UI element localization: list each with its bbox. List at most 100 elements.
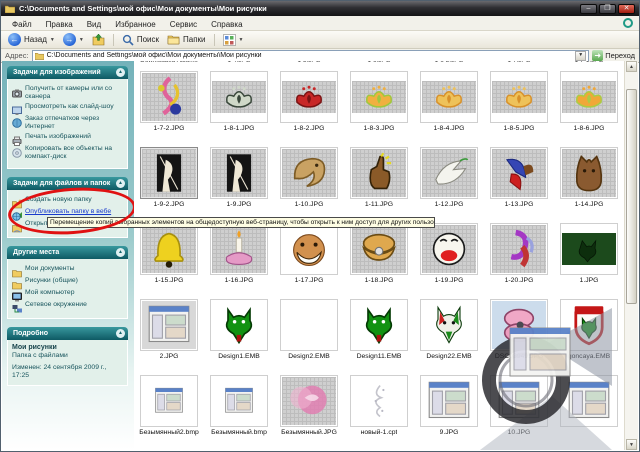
task-item-label[interactable]: Рисунки (общие) — [25, 277, 78, 285]
file-item[interactable]: Безымянный.JPG — [274, 373, 344, 449]
file-thumbnail[interactable] — [560, 299, 618, 351]
file-name-label[interactable]: 1-7-2.JPG — [154, 125, 185, 132]
file-name-label[interactable]: новый-1.cpt — [361, 429, 398, 436]
file-item[interactable]: 1-8-1.JPG — [204, 69, 274, 145]
file-name-label[interactable]: 1-19.JPG — [435, 277, 464, 284]
file-name-label[interactable]: 1-8-3.JPG — [364, 125, 395, 132]
file-item[interactable]: 1-17.JPG — [274, 221, 344, 297]
file-thumbnail[interactable] — [280, 299, 338, 351]
file-item[interactable]: 1-9-2.JPG — [134, 145, 204, 221]
file-name-label[interactable]: 1.JPG — [580, 277, 599, 284]
file-thumbnail[interactable] — [560, 71, 618, 123]
file-item[interactable]: 1-18.JPG — [344, 221, 414, 297]
file-name-label[interactable]: 1-12.JPG — [435, 201, 464, 208]
vertical-scrollbar[interactable]: ▲ ▼ — [624, 61, 638, 450]
file-thumbnail[interactable] — [280, 223, 338, 275]
task-item-label[interactable]: Сетевое окружение — [25, 301, 87, 309]
go-button[interactable]: ➜ Переход — [592, 50, 635, 61]
file-item[interactable]: Design11.EMB — [344, 297, 414, 373]
file-name-label[interactable]: 1-8-1.JPG — [224, 125, 255, 132]
scrollbar-thumb[interactable] — [626, 89, 637, 304]
file-thumbnail[interactable] — [210, 223, 268, 275]
file-name-label[interactable]: Design22.EMB — [426, 353, 471, 360]
views-button[interactable]: ▼ — [221, 33, 246, 46]
file-thumbnail[interactable] — [350, 223, 408, 275]
up-button[interactable] — [90, 33, 107, 46]
task-item-label[interactable]: Заказ отпечатков через Интернет — [25, 115, 125, 131]
file-thumbnail[interactable] — [560, 147, 618, 199]
task-item-label[interactable]: Получить от камеры или со сканера — [25, 85, 125, 101]
task-item[interactable]: Мои документы — [12, 265, 125, 278]
file-thumbnail[interactable] — [140, 223, 198, 275]
file-item[interactable]: 1-7-2.JPG — [134, 69, 204, 145]
back-dropdown-icon[interactable]: ▼ — [50, 37, 55, 43]
file-name-label[interactable]: 1-14.JPG — [575, 201, 604, 208]
file-name-label[interactable]: 1-16.JPG — [225, 277, 254, 284]
file-item[interactable]: 1-11.JPG — [344, 145, 414, 221]
file-item[interactable]: Design22.EMB — [414, 297, 484, 373]
maximize-button[interactable]: ❐ — [599, 3, 616, 14]
file-thumbnail[interactable] — [350, 71, 408, 123]
file-item[interactable]: 2.JPG — [134, 297, 204, 373]
folders-button[interactable]: Папки — [165, 34, 208, 45]
file-name-label[interactable]: 1-18.JPG — [365, 277, 394, 284]
task-item-label[interactable]: Мои документы — [25, 265, 75, 273]
file-thumbnail[interactable] — [420, 375, 478, 427]
file-name-label[interactable]: 1-13.JPG — [505, 201, 534, 208]
menu-item[interactable]: Сервис — [163, 20, 204, 29]
file-item[interactable]: 1-9.JPG — [204, 145, 274, 221]
file-thumbnail[interactable] — [210, 71, 268, 123]
file-thumbnail[interactable] — [490, 375, 548, 427]
panel-header[interactable]: Задачи для файлов и папок ▲ — [7, 177, 128, 191]
file-name-label[interactable]: 1-20.JPG — [505, 277, 534, 284]
panel-header[interactable]: Подробно ▲ — [7, 327, 128, 341]
task-item-label[interactable]: Создать новую папку — [25, 196, 92, 204]
file-thumbnail[interactable] — [280, 147, 338, 199]
file-item[interactable]: 1-15.JPG — [134, 221, 204, 297]
file-item[interactable]: goncaya.EMB — [554, 297, 624, 373]
task-item-label[interactable]: Опубликовать папку в вебе — [25, 208, 111, 216]
task-item[interactable]: Создать новую папку — [12, 196, 125, 209]
file-name-label[interactable]: 2.JPG — [160, 353, 179, 360]
file-thumbnail[interactable] — [350, 375, 408, 427]
file-item[interactable]: 1-13.JPG — [484, 145, 554, 221]
task-item[interactable]: Просмотреть как слайд-шоу — [12, 103, 125, 116]
file-item[interactable]: 1.JPG — [554, 221, 624, 297]
file-thumbnail[interactable] — [490, 223, 548, 275]
file-item[interactable]: 1-14.JPG — [554, 145, 624, 221]
file-item[interactable]: DSC03949.JPG — [484, 297, 554, 373]
close-button[interactable]: ✕ — [618, 3, 635, 14]
task-item-label[interactable]: Печать изображений — [25, 133, 91, 141]
file-thumbnail[interactable] — [210, 147, 268, 199]
task-item[interactable]: Рисунки (общие) — [12, 277, 125, 290]
file-thumbnail[interactable] — [280, 375, 338, 427]
file-name-label[interactable]: 1-15.JPG — [155, 277, 184, 284]
file-name-label[interactable]: 1-9.JPG — [227, 201, 252, 208]
file-item[interactable]: Design1.EMB — [204, 297, 274, 373]
task-item[interactable]: Заказ отпечатков через Интернет — [12, 115, 125, 131]
file-thumbnail[interactable] — [140, 299, 198, 351]
file-name-label[interactable]: 1-8-4.JPG — [434, 125, 465, 132]
address-dropdown-button[interactable]: ▼ — [575, 50, 587, 61]
file-name-label[interactable]: Design2.EMB — [288, 353, 330, 360]
file-thumbnail[interactable] — [420, 147, 478, 199]
file-item[interactable]: 1-16.JPG — [204, 221, 274, 297]
forward-button[interactable]: → ▼ — [61, 33, 86, 46]
file-item[interactable]: Безымянный2.bmp — [134, 373, 204, 449]
file-item[interactable]: 1-8-4.JPG — [414, 69, 484, 145]
file-thumbnail[interactable] — [490, 147, 548, 199]
views-dropdown-icon[interactable]: ▼ — [239, 37, 244, 43]
file-thumbnail[interactable] — [420, 299, 478, 351]
file-thumbnail[interactable] — [280, 71, 338, 123]
task-item[interactable]: Получить от камеры или со сканера — [12, 85, 125, 101]
file-item[interactable]: 1-8-3.JPG — [344, 69, 414, 145]
file-name-label[interactable]: Design11.EMB — [357, 353, 402, 360]
back-button[interactable]: ← Назад ▼ — [6, 33, 57, 46]
file-item[interactable]: 1-10.JPG — [274, 145, 344, 221]
file-thumbnail[interactable] — [560, 223, 618, 275]
file-name-label[interactable]: Безымянный.bmp — [211, 429, 267, 436]
menu-item[interactable]: Избранное — [108, 20, 163, 29]
file-thumbnail[interactable] — [420, 71, 478, 123]
address-input[interactable]: C:\Documents and Settings\мой офис\Мои д… — [31, 49, 590, 62]
file-name-label[interactable]: DSC03949.JPG — [495, 353, 543, 360]
